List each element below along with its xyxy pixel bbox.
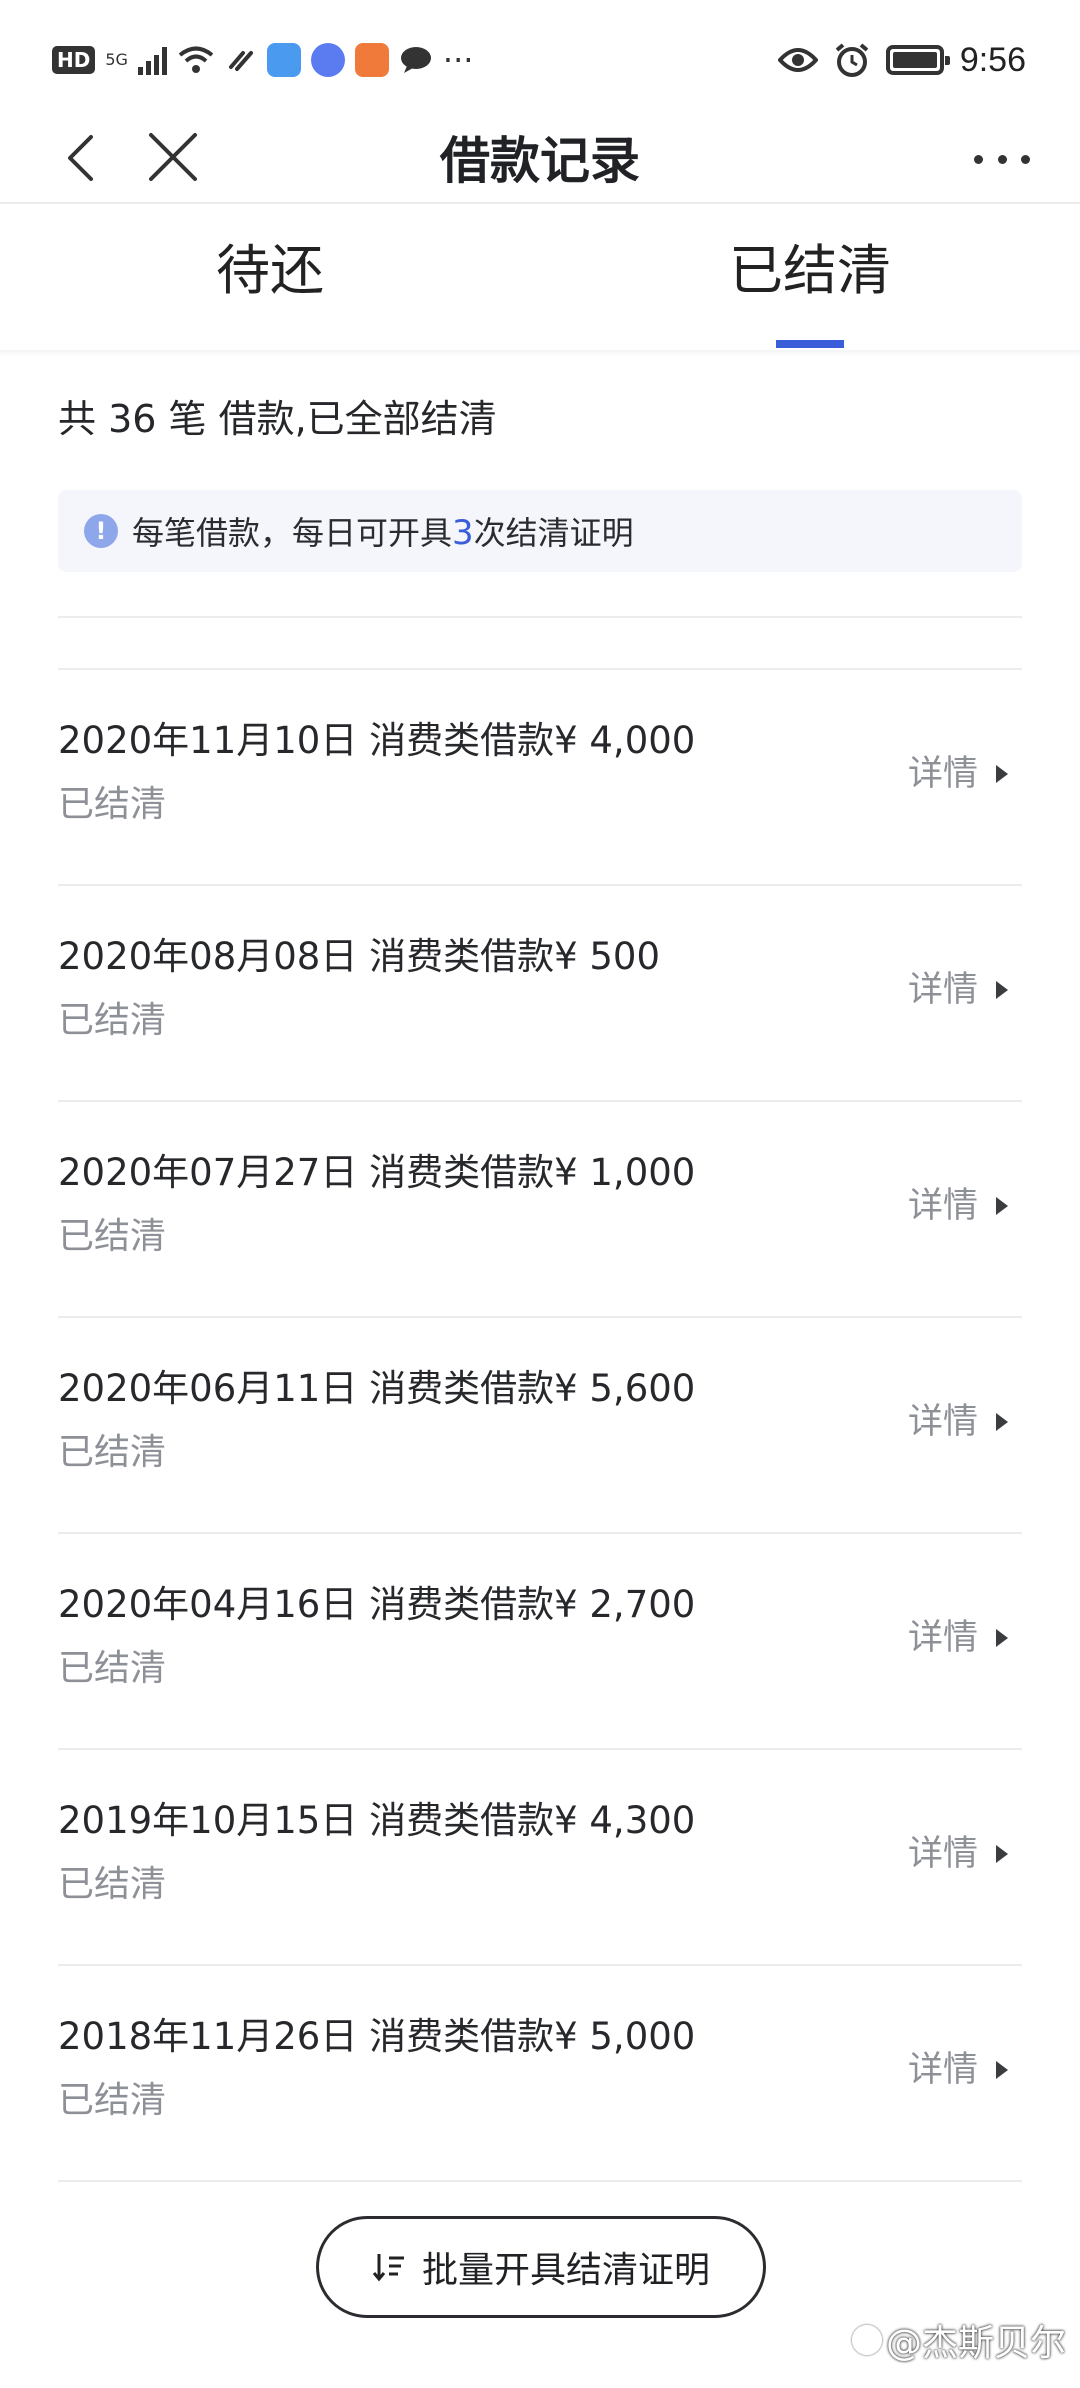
notice-banner: ! 每笔借款，每日可开具3次结清证明 (58, 490, 1022, 572)
network-type: 5G (105, 50, 128, 69)
wifi-icon (178, 46, 214, 73)
chat-bubble-icon (400, 47, 431, 73)
detail-label: 详情 (907, 2050, 978, 2090)
triangle-right-icon (996, 2061, 1008, 2079)
detail-link[interactable]: 详情 (908, 1828, 1008, 1880)
loan-item[interactable]: 2020年06月11日 消费类借款¥ 5,600 已结清 详情 (58, 1318, 1022, 1534)
sort-list-icon (372, 2254, 404, 2282)
tab-pending[interactable]: 待还 (0, 206, 540, 350)
loan-item[interactable]: 2020年08月08日 消费类借款¥ 500 已结清 详情 (58, 886, 1022, 1102)
detail-label: 详情 (907, 754, 978, 794)
loan-status: 已结清 (58, 1864, 167, 1905)
battery-icon (885, 45, 950, 75)
watermark-text: @杰斯贝尔 (885, 2323, 1066, 2364)
watermark: @杰斯贝尔 (851, 2314, 1066, 2366)
navigation-bar: 借款记录 (0, 118, 1080, 204)
game-app-icon (354, 43, 389, 77)
detail-link[interactable]: 详情 (908, 1612, 1008, 1664)
triangle-right-icon (996, 1845, 1008, 1863)
loan-status: 已结清 (58, 784, 167, 825)
signal-icon (137, 45, 167, 75)
notice-text: 每笔借款，每日可开具3次结清证明 (132, 513, 634, 553)
loan-status: 已结清 (58, 1216, 167, 1257)
detail-link[interactable]: 详情 (908, 1180, 1008, 1232)
music-app-icon (310, 43, 345, 77)
loan-item[interactable]: 2018年11月26日 消费类借款¥ 5,000 已结清 详情 (58, 1966, 1022, 2182)
loan-title: 2020年11月10日 消费类借款¥ 4,000 (58, 719, 696, 762)
loan-item[interactable]: 2020年11月10日 消费类借款¥ 4,000 已结清 详情 (58, 670, 1022, 886)
alarm-icon (835, 43, 869, 77)
tab-settled[interactable]: 已结清 (540, 206, 1080, 350)
loan-title: 2018年11月26日 消费类借款¥ 5,000 (58, 2015, 696, 2058)
triangle-right-icon (996, 1413, 1008, 1431)
loan-status: 已结清 (58, 1648, 167, 1689)
loan-item[interactable]: 2019年10月15日 消费类借款¥ 4,300 已结清 详情 (58, 1750, 1022, 1966)
batch-button-label: 批量开具结清证明 (421, 2250, 710, 2291)
detail-link[interactable]: 详情 (908, 964, 1008, 1016)
detail-link[interactable]: 详情 (908, 2044, 1008, 2096)
page-title: 借款记录 (440, 132, 640, 190)
loan-title: 2019年10月15日 消费类借款¥ 4,300 (58, 1799, 696, 1842)
triangle-right-icon (996, 1197, 1008, 1215)
loan-status: 已结清 (58, 1432, 167, 1473)
hd-badge: HD (52, 46, 96, 74)
info-icon: ! (84, 514, 118, 548)
more-notifications-indicator: ··· (442, 41, 474, 79)
detail-label: 详情 (907, 1186, 978, 1226)
loan-list: 2020年11月10日 消费类借款¥ 4,000 已结清 详情 2020年08月… (58, 670, 1022, 2182)
triangle-right-icon (996, 981, 1008, 999)
loan-status: 已结清 (58, 2080, 167, 2121)
loan-title: 2020年04月16日 消费类借款¥ 2,700 (58, 1583, 696, 1626)
notice-highlight-count: 3 (452, 513, 474, 553)
more-options-button[interactable] (974, 144, 1030, 174)
eye-icon (777, 48, 818, 72)
link-icon (228, 51, 253, 71)
tab-bar: 待还 已结清 (0, 206, 1080, 350)
triangle-right-icon (996, 1629, 1008, 1647)
loan-title: 2020年07月27日 消费类借款¥ 1,000 (58, 1151, 696, 1194)
detail-label: 详情 (907, 970, 978, 1010)
loan-summary: 共 36 笔 借款,已全部结清 (58, 397, 497, 441)
clock: 9:56 (959, 40, 1026, 79)
watermark-logo-icon (851, 2325, 882, 2355)
detail-label: 详情 (907, 1834, 978, 1874)
triangle-right-icon (996, 765, 1008, 783)
loan-item[interactable]: 2020年04月16日 消费类借款¥ 2,700 已结清 详情 (58, 1534, 1022, 1750)
paper-plane-app-icon (266, 43, 301, 77)
detail-link[interactable]: 详情 (908, 1396, 1008, 1448)
batch-certificate-button[interactable]: 批量开具结清证明 (316, 2216, 766, 2318)
loan-title: 2020年06月11日 消费类借款¥ 5,600 (58, 1367, 696, 1410)
loan-status: 已结清 (58, 1000, 167, 1041)
loan-item[interactable]: 2020年07月27日 消费类借款¥ 1,000 已结清 详情 (58, 1102, 1022, 1318)
detail-label: 详情 (907, 1402, 978, 1442)
detail-link[interactable]: 详情 (908, 748, 1008, 800)
detail-label: 详情 (907, 1618, 978, 1658)
tab-divider-shadow (0, 350, 1080, 356)
divider (58, 616, 1022, 618)
loan-title: 2020年08月08日 消费类借款¥ 500 (58, 935, 661, 978)
status-bar: HD 5G ··· 9:56 (0, 0, 1080, 118)
